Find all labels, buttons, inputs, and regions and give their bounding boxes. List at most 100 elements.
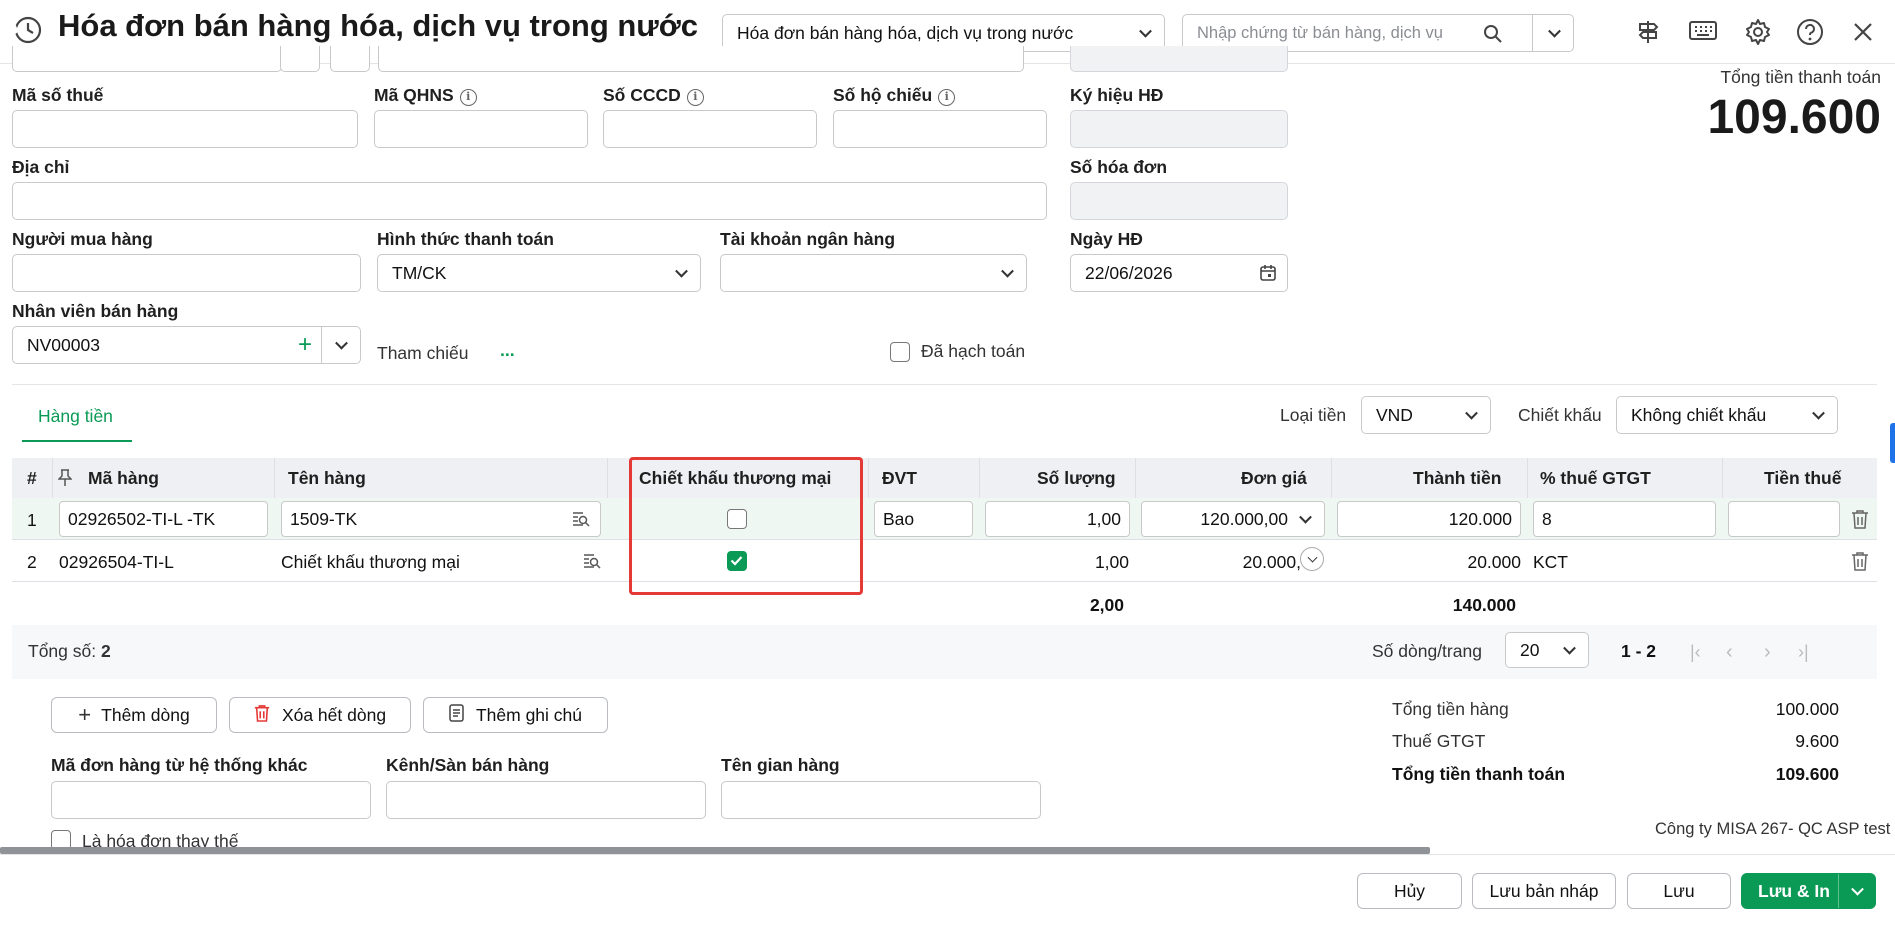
staff-select[interactable]: NV00003 +	[12, 326, 361, 364]
row-code: 02926504-TI-L	[59, 552, 174, 572]
signpost-icon[interactable]	[1630, 14, 1666, 50]
row-qty-input[interactable]: 1,00	[985, 501, 1130, 537]
chevron-down-icon[interactable]	[335, 336, 348, 350]
col-name: Tên hàng	[288, 468, 366, 488]
col-price: Đơn giá	[1241, 468, 1307, 488]
currency-value: VND	[1376, 404, 1413, 425]
row-code-input[interactable]: 02926502-TI-L -TK	[59, 501, 268, 537]
staff-divider	[321, 327, 322, 363]
total-value: 109.600	[1707, 91, 1881, 144]
total-qty: 2,00	[1089, 595, 1124, 615]
tab-goods[interactable]: Hàng tiền	[38, 406, 113, 427]
summary-vat-value: 9.600	[1795, 731, 1839, 751]
discount-select[interactable]: Không chiết khấu	[1616, 396, 1838, 434]
chevron-down-icon	[675, 264, 688, 278]
price-dropdown-icon[interactable]	[1300, 547, 1324, 571]
first-page-icon[interactable]: |‹	[1690, 642, 1701, 663]
save-draft-button[interactable]: Lưu bản nháp	[1472, 873, 1616, 909]
history-icon[interactable]	[12, 14, 44, 46]
channel-input[interactable]	[386, 781, 706, 819]
row-name-input[interactable]: 1509-TK	[281, 501, 601, 537]
chevron-down-icon[interactable]	[1851, 882, 1864, 896]
gear-icon[interactable]	[1740, 14, 1776, 50]
invoice-no-input	[1070, 182, 1288, 220]
qhns-label: Mã QHNS i	[374, 85, 477, 106]
keyboard-icon[interactable]	[1685, 14, 1721, 50]
row-unit-input[interactable]: Bao	[874, 501, 973, 537]
clear-rows-button[interactable]: Xóa hết dòng	[229, 697, 411, 733]
save-button[interactable]: Lưu	[1627, 873, 1731, 909]
calendar-icon[interactable]	[1259, 264, 1277, 287]
pagination-bar	[12, 625, 1877, 679]
lookup-icon[interactable]	[583, 553, 601, 574]
bank-select[interactable]	[720, 254, 1027, 292]
date-value: 22/06/2026	[1085, 262, 1173, 283]
summary-goods-value: 100.000	[1775, 699, 1839, 719]
ref-label: Tham chiếu	[377, 343, 469, 363]
pin-icon[interactable]	[57, 469, 73, 492]
order-code-input[interactable]	[51, 781, 371, 819]
store-input[interactable]	[721, 781, 1041, 819]
help-icon[interactable]	[1792, 14, 1828, 50]
total-count: Tổng số: 2	[28, 641, 111, 661]
currency-select[interactable]: VND	[1361, 396, 1491, 434]
buyer-input[interactable]	[12, 254, 361, 292]
prev-page-icon[interactable]: ‹	[1726, 641, 1733, 664]
payment-select[interactable]: TM/CK	[377, 254, 701, 292]
row-amount-input[interactable]: 120.000	[1337, 501, 1521, 537]
row-code: 02926502-TI-L -TK	[68, 508, 216, 529]
qhns-input[interactable]	[374, 110, 588, 148]
summary-total-value: 109.600	[1775, 764, 1839, 784]
rows-per-page-select[interactable]: 20	[1505, 632, 1589, 668]
lookup-icon[interactable]	[572, 511, 590, 532]
scrolled-input-4[interactable]	[378, 46, 1024, 72]
row-price: 120.000,00	[1200, 508, 1288, 529]
store-label: Tên gian hàng	[721, 755, 840, 775]
add-row-button[interactable]: + Thêm dòng	[51, 697, 217, 733]
passport-input[interactable]	[833, 110, 1047, 148]
info-icon: i	[686, 89, 704, 106]
date-input[interactable]: 22/06/2026	[1070, 254, 1288, 292]
col-vat: % thuế GTGT	[1540, 468, 1651, 488]
info-icon: i	[459, 89, 477, 106]
chevron-down-icon	[1299, 510, 1312, 524]
delete-row-icon[interactable]	[1851, 551, 1869, 571]
close-icon[interactable]	[1845, 14, 1881, 50]
add-note-button[interactable]: Thêm ghi chú	[423, 697, 608, 733]
discount-value: Không chiết khấu	[1631, 404, 1767, 425]
next-page-icon[interactable]: ›	[1764, 641, 1771, 664]
horizontal-scrollbar[interactable]	[0, 847, 1430, 854]
row-num: 2	[27, 552, 37, 572]
chevron-down-icon	[1139, 24, 1152, 38]
tab-goods-underline	[22, 440, 132, 442]
chevron-down-icon	[1001, 264, 1014, 278]
plus-icon[interactable]: +	[298, 333, 312, 357]
search-icon[interactable]	[1483, 24, 1503, 49]
col-qty: Số lượng	[1037, 468, 1116, 488]
tax-code-input[interactable]	[12, 110, 358, 148]
highlight-box	[629, 457, 863, 595]
search-options-chevron-icon[interactable]	[1548, 24, 1561, 38]
page-range: 1 - 2	[1621, 641, 1657, 661]
posted-checkbox[interactable]	[890, 342, 910, 362]
scrolled-input-2[interactable]	[280, 46, 320, 72]
summary-total-label: Tổng tiền thanh toán	[1392, 764, 1566, 784]
row-price-select[interactable]: 120.000,00	[1141, 501, 1325, 537]
col-tax: Tiền thuế	[1764, 468, 1842, 488]
delete-row-icon[interactable]	[1851, 509, 1869, 529]
cancel-button[interactable]: Hủy	[1357, 873, 1462, 909]
save-print-button[interactable]: Lưu & In	[1741, 873, 1876, 909]
row-tax-input[interactable]	[1728, 501, 1840, 537]
scrolled-input-3[interactable]	[330, 46, 370, 72]
row-vat-input[interactable]: 8	[1533, 501, 1716, 537]
ref-more-link[interactable]: ...	[500, 340, 515, 361]
cccd-input[interactable]	[603, 110, 817, 148]
col-unit: ĐVT	[882, 468, 917, 488]
last-page-icon[interactable]: ›|	[1798, 642, 1809, 663]
row-vat: 8	[1542, 508, 1552, 529]
address-input[interactable]	[12, 182, 1047, 220]
symbol-input	[1070, 110, 1288, 148]
scrolled-input-1[interactable]	[12, 46, 282, 72]
passport-label: Số hộ chiếu i	[833, 85, 956, 106]
scrolled-input-5	[1070, 46, 1288, 72]
